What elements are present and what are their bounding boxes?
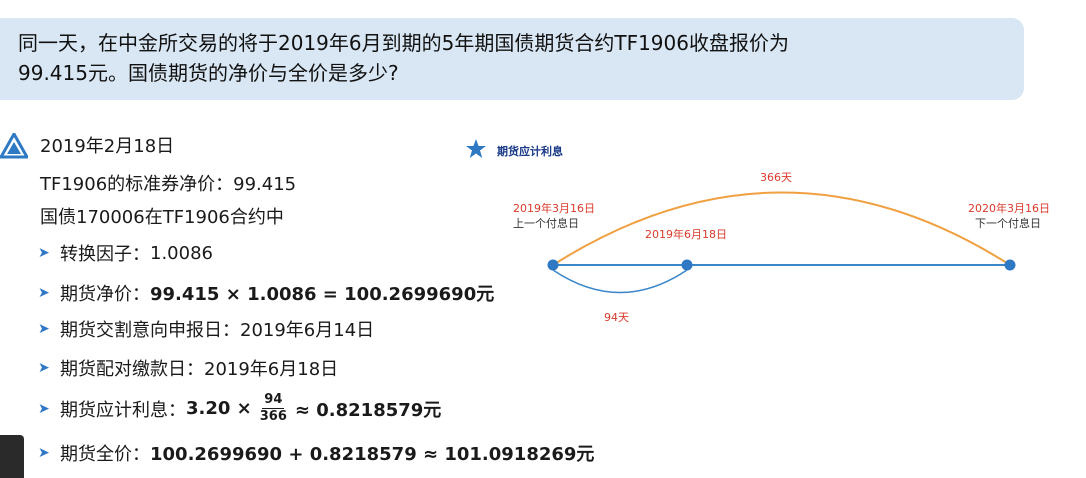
date-title: 2019年2月18日 [40, 136, 175, 157]
arrow-icon: ➤ [38, 321, 50, 337]
point-end-date: 2020年3月16日 [968, 201, 1050, 215]
point-mid-date: 2019年6月18日 [645, 227, 727, 241]
fraction-denominator: 366 [259, 409, 287, 424]
question-line-2: 99.415元。国债期货的净价与全价是多少? [18, 61, 399, 85]
point-start-date: 2019年3月16日 [513, 201, 595, 215]
bullet-value: 2019年6月14日 [240, 320, 375, 341]
arc-full-period [552, 191, 1011, 266]
arc-bottom-label: 94天 [604, 311, 629, 324]
point-end-caption: 下一个付息日 [975, 216, 1041, 230]
bullet-delivery-intent-date: ➤ 期货交割意向申报日： 2019年6月14日 [38, 316, 374, 342]
arrow-icon: ➤ [38, 400, 50, 417]
bullet-value: 100.2699690 + 0.8218579 ≈ 101.0918269元 [150, 444, 595, 465]
bond-line: 国债170006在TF1906合约中 [40, 207, 284, 228]
question-box: 同一天，在中金所交易的将于2019年6月到期的5年期国债期货合约TF1906收盘… [0, 18, 1024, 100]
bullet-label: 期货应计利息： [60, 399, 186, 421]
video-overlay-corner [0, 435, 24, 478]
timeline-diagram: 期货应计利息 366天 94天 2019年3月16日 上一个付息日 2019年6… [466, 139, 1050, 324]
fraction: 94 366 [258, 392, 289, 425]
fraction-numerator: 94 [262, 392, 285, 409]
arrow-icon: ➤ [38, 285, 50, 301]
arrow-icon: ➤ [38, 445, 50, 461]
arc-top-label: 366天 [760, 171, 792, 184]
bullet-futures-clean-price: ➤ 期货净价： 99.415 × 1.0086 = 100.2699690元 [38, 280, 494, 306]
clean-price-line: TF1906的标准券净价：99.415 [40, 174, 297, 195]
arrow-icon: ➤ [38, 360, 50, 376]
star-icon [466, 139, 486, 158]
bullet-label: 转换因子： [60, 244, 150, 265]
bullet-value-prefix: 3.20 × [186, 398, 252, 419]
bullet-label: 期货交割意向申报日： [60, 320, 240, 341]
logo-icon [0, 133, 28, 159]
timeline-point-mid [681, 259, 693, 271]
arrow-icon: ➤ [38, 245, 50, 261]
bullet-label: 期货配对缴款日： [60, 359, 204, 380]
bullet-conversion-factor: ➤ 转换因子： 1.0086 [38, 240, 213, 266]
timeline-point-end [1004, 259, 1016, 271]
bullet-label: 期货全价： [60, 444, 150, 465]
bullet-value: 2019年6月18日 [204, 359, 339, 380]
bullet-payment-date: ➤ 期货配对缴款日： 2019年6月18日 [38, 355, 338, 381]
bullet-value-suffix: ≈ 0.8218579元 [294, 399, 442, 421]
point-start-caption: 上一个付息日 [513, 216, 579, 230]
legend-label: 期货应计利息 [497, 144, 563, 158]
bullet-label: 期货净价： [60, 284, 150, 305]
question-line-1: 同一天，在中金所交易的将于2019年6月到期的5年期国债期货合约TF1906收盘… [18, 31, 789, 55]
timeline-point-start [547, 259, 559, 271]
bullet-accrued-interest: ➤ 期货应计利息： 3.20 × 94 366 ≈ 0.8218579元 [38, 392, 441, 425]
bullet-value: 99.415 × 1.0086 = 100.2699690元 [150, 284, 495, 305]
arc-accrued-period [552, 269, 688, 294]
bullet-value: 1.0086 [150, 242, 213, 264]
bullet-futures-full-price: ➤ 期货全价： 100.2699690 + 0.8218579 ≈ 101.09… [38, 440, 594, 466]
